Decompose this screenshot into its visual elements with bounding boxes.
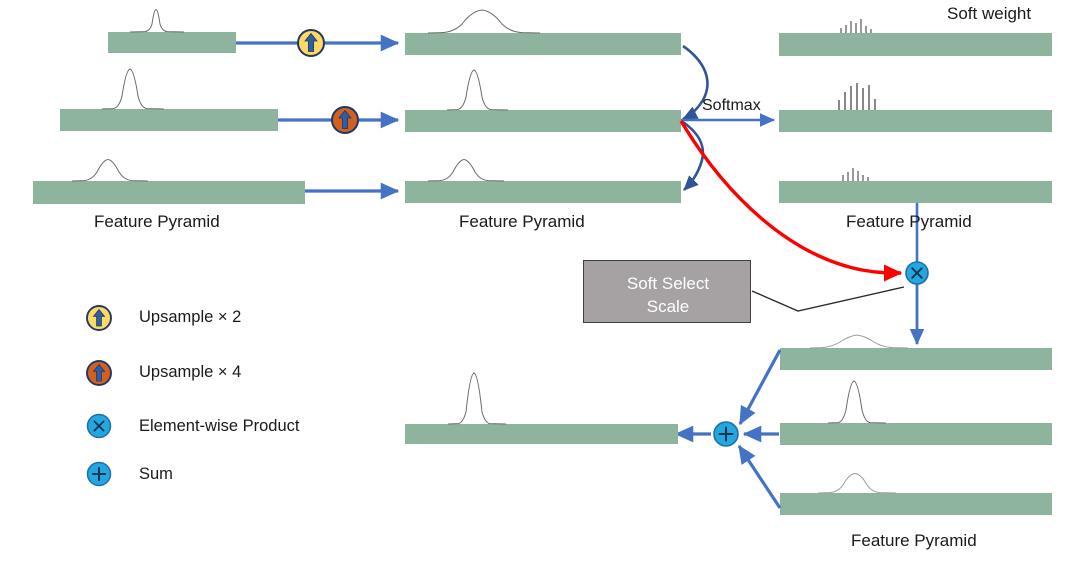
- arrow-p4-l1-to-sum: [738, 349, 782, 426]
- p4-level-3-bar: [780, 493, 1052, 515]
- soft-select-scale-box[interactable]: Soft Select Scale: [583, 260, 751, 323]
- feature-pyramid-label-4: Feature Pyramid: [851, 531, 977, 550]
- sw-level-2-bar: [779, 110, 1052, 132]
- p2-level-3-curve: [427, 158, 505, 182]
- p1-level-2-bar: [60, 109, 278, 131]
- soft-weight-group: [779, 19, 1052, 203]
- legend-label-upsample-x2: Upsample × 2: [139, 308, 242, 326]
- feature-pyramid-label-1: Feature Pyramid: [94, 212, 220, 231]
- feature-pyramid-label-3: Feature Pyramid: [846, 212, 972, 231]
- p1-level-3-bar: [33, 181, 305, 204]
- upsample-x4-icon[interactable]: [331, 106, 359, 134]
- p1-level-2-curve: [101, 68, 165, 110]
- p1-level-1-bar: [108, 32, 236, 53]
- p1-level-1-curve: [129, 8, 185, 33]
- p2-level-1-curve: [427, 9, 541, 34]
- sw-level-1-bar: [779, 33, 1052, 56]
- soft-weight-label: Soft weight: [947, 4, 1032, 23]
- soft-select-scale-line2: Scale: [646, 297, 690, 316]
- p4-level-1-bar: [780, 348, 1052, 370]
- feature-pyramid-label-2: Feature Pyramid: [459, 212, 585, 231]
- upsample-x2-icon[interactable]: [297, 29, 325, 57]
- p2-level-3-bar: [405, 181, 681, 203]
- sum-icon[interactable]: [713, 421, 739, 447]
- soft-select-scale-line1: Soft Select: [626, 274, 710, 293]
- pyramid-2-group: [405, 9, 681, 203]
- p2-level-2-bar: [405, 110, 681, 132]
- legend-icon-upsample-x2: [86, 305, 112, 331]
- diagram-graphics: [33, 8, 1052, 515]
- legend-label-sum: Sum: [139, 465, 173, 483]
- pyramid-4-group: [780, 334, 1052, 515]
- output-group: [405, 372, 678, 444]
- output-curve: [447, 372, 507, 425]
- sw-level-3-histogram: [842, 168, 869, 181]
- p4-level-2-bar: [780, 423, 1052, 445]
- element-wise-product-icon[interactable]: [905, 261, 929, 285]
- diagram-canvas: Soft Select Scale Soft weight Softmax Fe…: [0, 0, 1080, 582]
- p1-level-3-curve: [71, 158, 149, 182]
- output-bar: [405, 424, 678, 444]
- sw-level-3-bar: [779, 181, 1052, 203]
- legend-icon-upsample-x4: [86, 360, 112, 386]
- p4-level-3-curve: [817, 472, 897, 494]
- pyramid-1-group: [33, 8, 305, 204]
- p4-level-1-curve: [809, 334, 909, 349]
- softmax-label: Softmax: [702, 97, 761, 114]
- p4-level-2-curve: [827, 380, 887, 424]
- legend-label-upsample-x4: Upsample × 4: [139, 363, 242, 381]
- legend-icon-sum: [86, 461, 112, 487]
- p2-level-2-curve: [446, 69, 509, 111]
- softmax-junction-curves: [682, 44, 709, 191]
- p2-level-1-bar: [405, 33, 681, 55]
- arrow-p4-l3-to-sum: [737, 444, 782, 509]
- soft-select-leader-line: [751, 286, 905, 312]
- sw-level-2-histogram: [838, 83, 876, 110]
- legend-icon-element-wise-product: [86, 413, 112, 439]
- sw-level-1-histogram: [840, 19, 872, 33]
- legend-label-element-wise-product: Element-wise Product: [139, 417, 300, 435]
